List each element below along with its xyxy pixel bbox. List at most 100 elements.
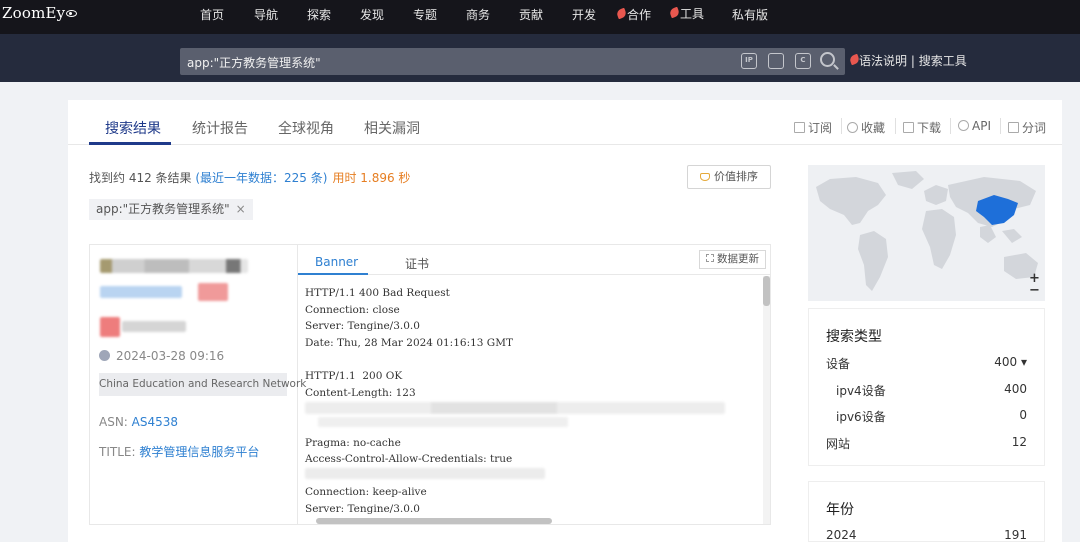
nav-home[interactable]: 首页 (200, 6, 224, 23)
subscribe-label: 订阅 (808, 121, 833, 135)
redacted-banner-line (318, 417, 568, 427)
scrollbar-thumb[interactable] (763, 276, 770, 306)
cert-icon[interactable]: C (795, 53, 811, 69)
favorite-button[interactable]: 收藏 (847, 119, 885, 136)
toolbar-divider (841, 118, 842, 134)
nav-cooperation[interactable]: 合作 (615, 6, 652, 23)
redacted-ip (100, 259, 248, 273)
active-banner-tab-indicator (298, 273, 368, 275)
filter-chip: app:"正方教务管理系统" × (89, 199, 253, 220)
nav-topics[interactable]: 专题 (413, 6, 437, 23)
asn-link[interactable]: AS4538 (132, 415, 178, 429)
logo-text: ZoomEy (2, 4, 66, 22)
clock-icon (99, 350, 110, 361)
data-update-label: 数据更新 (717, 253, 759, 265)
title-label: TITLE: (99, 445, 140, 459)
search-query[interactable]: app:"正方教务管理系统" (187, 54, 321, 71)
ip-icon[interactable]: IP (741, 53, 757, 69)
scan-datetime: 2024-03-28 09:16 (99, 349, 224, 363)
subscribe-button[interactable]: 订阅 (794, 119, 832, 136)
search-input[interactable]: app:"正方教务管理系统" IP C (180, 48, 845, 75)
search-type-device[interactable]: 设备 (826, 355, 850, 372)
result-item: 2024-03-28 09:16 China Education and Res… (89, 244, 771, 525)
banner-vertical-scrollbar[interactable] (763, 276, 770, 524)
nav-contribute[interactable]: 贡献 (519, 6, 543, 23)
api-label: API (972, 119, 991, 133)
sort-label: 价值排序 (714, 170, 758, 183)
banner-line: Access-Control-Allow-Credentials: true (305, 453, 513, 465)
search-type-ipv4[interactable]: ipv4设备 (836, 382, 886, 399)
org-tag[interactable]: China Education and Research Network (99, 373, 306, 396)
close-icon[interactable]: × (236, 202, 246, 216)
search-type-device-count[interactable]: 400 ▾ (994, 355, 1027, 369)
redacted-location-flag (100, 317, 120, 337)
tab-statistics[interactable]: 统计报告 (192, 118, 248, 138)
asn-label: ASN: (99, 415, 132, 429)
banner-line: Server: Tengine/3.0.0 (305, 503, 420, 515)
banner-line: Connection: keep-alive (305, 486, 427, 498)
search-icon[interactable] (820, 52, 835, 67)
nav-discover[interactable]: 发现 (360, 6, 384, 23)
hash-icon[interactable] (768, 53, 784, 69)
banner-content[interactable]: HTTP/1.1 400 Bad Request Connection: clo… (298, 276, 770, 524)
favorite-label: 收藏 (861, 121, 886, 135)
help-divider: | (910, 54, 915, 68)
search-type-website[interactable]: 网站 (826, 435, 850, 452)
search-tools-link[interactable]: 搜索工具 (919, 54, 967, 68)
value-sort-button[interactable]: 价值排序 (687, 165, 771, 189)
hot-flame-icon (615, 7, 628, 20)
tab-global-view[interactable]: 全球视角 (278, 118, 334, 138)
redacted-location (122, 321, 186, 332)
query-time: 用时 1.896 秒 (332, 171, 411, 185)
nav-navigation[interactable]: 导航 (254, 6, 278, 23)
year-title: 年份 (826, 502, 854, 518)
download-label: 下载 (917, 121, 942, 135)
download-button[interactable]: 下载 (903, 119, 941, 136)
nav-develop[interactable]: 开发 (572, 6, 596, 23)
tab-search-results[interactable]: 搜索结果 (105, 118, 161, 138)
active-tab-indicator (89, 142, 171, 145)
tab-banner[interactable]: Banner (315, 255, 358, 269)
tab-related-vulns[interactable]: 相关漏洞 (364, 118, 420, 138)
banner-line: HTTP/1.1 400 Bad Request (305, 287, 450, 299)
share-label: 分词 (1022, 121, 1047, 135)
filter-chip-label: app:"正方教务管理系统" (96, 202, 230, 216)
api-button[interactable]: API (958, 119, 991, 133)
results-count: 找到约 412 条结果 (89, 171, 196, 185)
zoomeye-logo[interactable]: ZoomEy (2, 4, 78, 22)
scan-datetime-text: 2024-03-28 09:16 (116, 349, 225, 363)
title-link[interactable]: 教学管理信息服务平台 (139, 445, 259, 459)
zoom-out-button[interactable]: − (1029, 283, 1040, 298)
year-panel: 年份 2024 191 (808, 481, 1045, 542)
data-update-button[interactable]: 数据更新 (699, 250, 766, 269)
eye-icon (66, 10, 78, 17)
search-type-ipv6[interactable]: ipv6设备 (836, 408, 886, 425)
tab-certificate[interactable]: 证书 (405, 255, 429, 272)
result-host-info: 2024-03-28 09:16 China Education and Res… (90, 245, 306, 524)
year-2024[interactable]: 2024 (826, 528, 857, 542)
search-band: app:"正方教务管理系统" IP C 语法说明 | 搜索工具 (0, 34, 1080, 82)
banner-tabs: Banner 证书 数据更新 (298, 245, 770, 275)
link-icon (958, 120, 969, 131)
results-tabs: 搜索结果 统计报告 全球视角 相关漏洞 订阅 收藏 下载 API 分词 (68, 100, 1062, 145)
nav-private[interactable]: 私有版 (732, 6, 768, 23)
world-map-graphic (816, 171, 1038, 291)
nav-business[interactable]: 商务 (466, 6, 490, 23)
world-map[interactable]: + − (808, 165, 1045, 301)
recent-year-count[interactable]: (最近一年数据：225 条) (195, 171, 327, 185)
search-type-ipv6-count: 0 (1019, 408, 1027, 422)
banner-line: HTTP/1.1 200 OK (305, 370, 403, 382)
redacted-banner-line (305, 468, 545, 479)
nav-tools[interactable]: 工具 (668, 5, 704, 22)
share-button[interactable]: 分词 (1008, 119, 1046, 136)
toolbar-divider (1000, 118, 1001, 134)
redacted-hostname (198, 283, 228, 301)
search-help-links: 语法说明 | 搜索工具 (848, 52, 967, 69)
banner-horizontal-scrollbar[interactable] (316, 518, 552, 524)
nav-cooperation-label: 合作 (627, 8, 652, 22)
syntax-help-link[interactable]: 语法说明 (859, 54, 907, 68)
search-type-ipv4-count: 400 (1004, 382, 1027, 396)
banner-line: Pragma: no-cache (305, 437, 401, 449)
nav-explore[interactable]: 探索 (307, 6, 331, 23)
redacted-hostname (100, 286, 182, 298)
